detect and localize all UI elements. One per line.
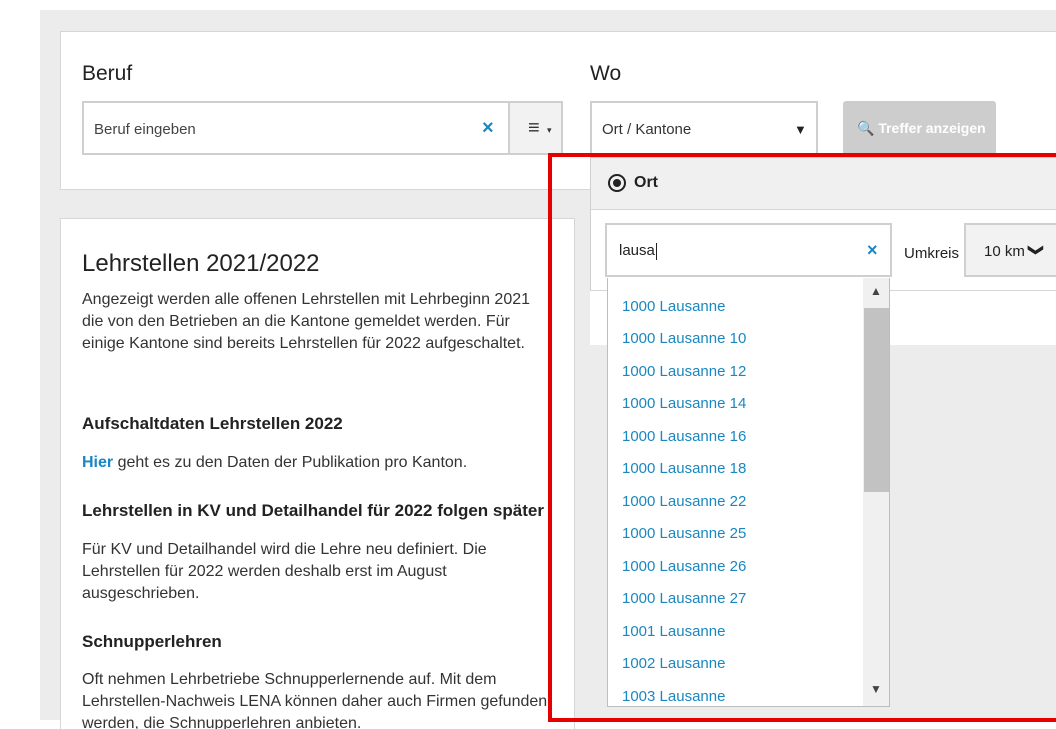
beruf-placeholder: Beruf eingeben [94,121,196,138]
highlight-annotation [548,153,1056,722]
info-intro: Angezeigt werden alle offenen Lehrstelle… [82,291,531,352]
wo-select[interactable]: Ort / Kantone ▼ [590,101,818,155]
section3-text: Oft nehmen Lehrbetriebe Schnupperlernend… [82,671,548,729]
wo-select-value: Ort / Kantone [602,121,692,138]
section3-title: Schnupperlehren [82,632,222,651]
section1-text: geht es zu den Daten der Publikation pro… [113,454,468,471]
caret-down-icon: ▾ [547,125,552,135]
info-title: Lehrstellen 2021/2022 [82,250,320,277]
treffer-button-label: 🔍 Treffer anzeigen [857,120,986,136]
beruf-input[interactable]: Beruf eingeben × [82,101,510,155]
list-menu-icon: ≡ [528,117,540,139]
beruf-list-button[interactable]: ≡ ▾ [508,101,563,155]
beruf-label: Beruf [82,62,133,85]
section1-title: Aufschaltdaten Lehrstellen 2022 [82,414,343,433]
section1-paragraph: Hier geht es zu den Daten der Publikatio… [82,452,552,474]
info-card: Lehrstellen 2021/2022 Angezeigt werden a… [60,218,575,729]
treffer-anzeigen-button[interactable]: 🔍 Treffer anzeigen [843,101,996,155]
wo-label: Wo [590,62,622,85]
hier-link[interactable]: Hier [82,454,113,471]
section2-title: Lehrstellen in KV und Detailhandel für 2… [82,501,544,520]
section2-text: Für KV und Detailhandel wird die Lehre n… [82,541,487,602]
clear-icon[interactable]: × [482,117,494,140]
dropdown-arrow-icon: ▼ [794,122,807,137]
